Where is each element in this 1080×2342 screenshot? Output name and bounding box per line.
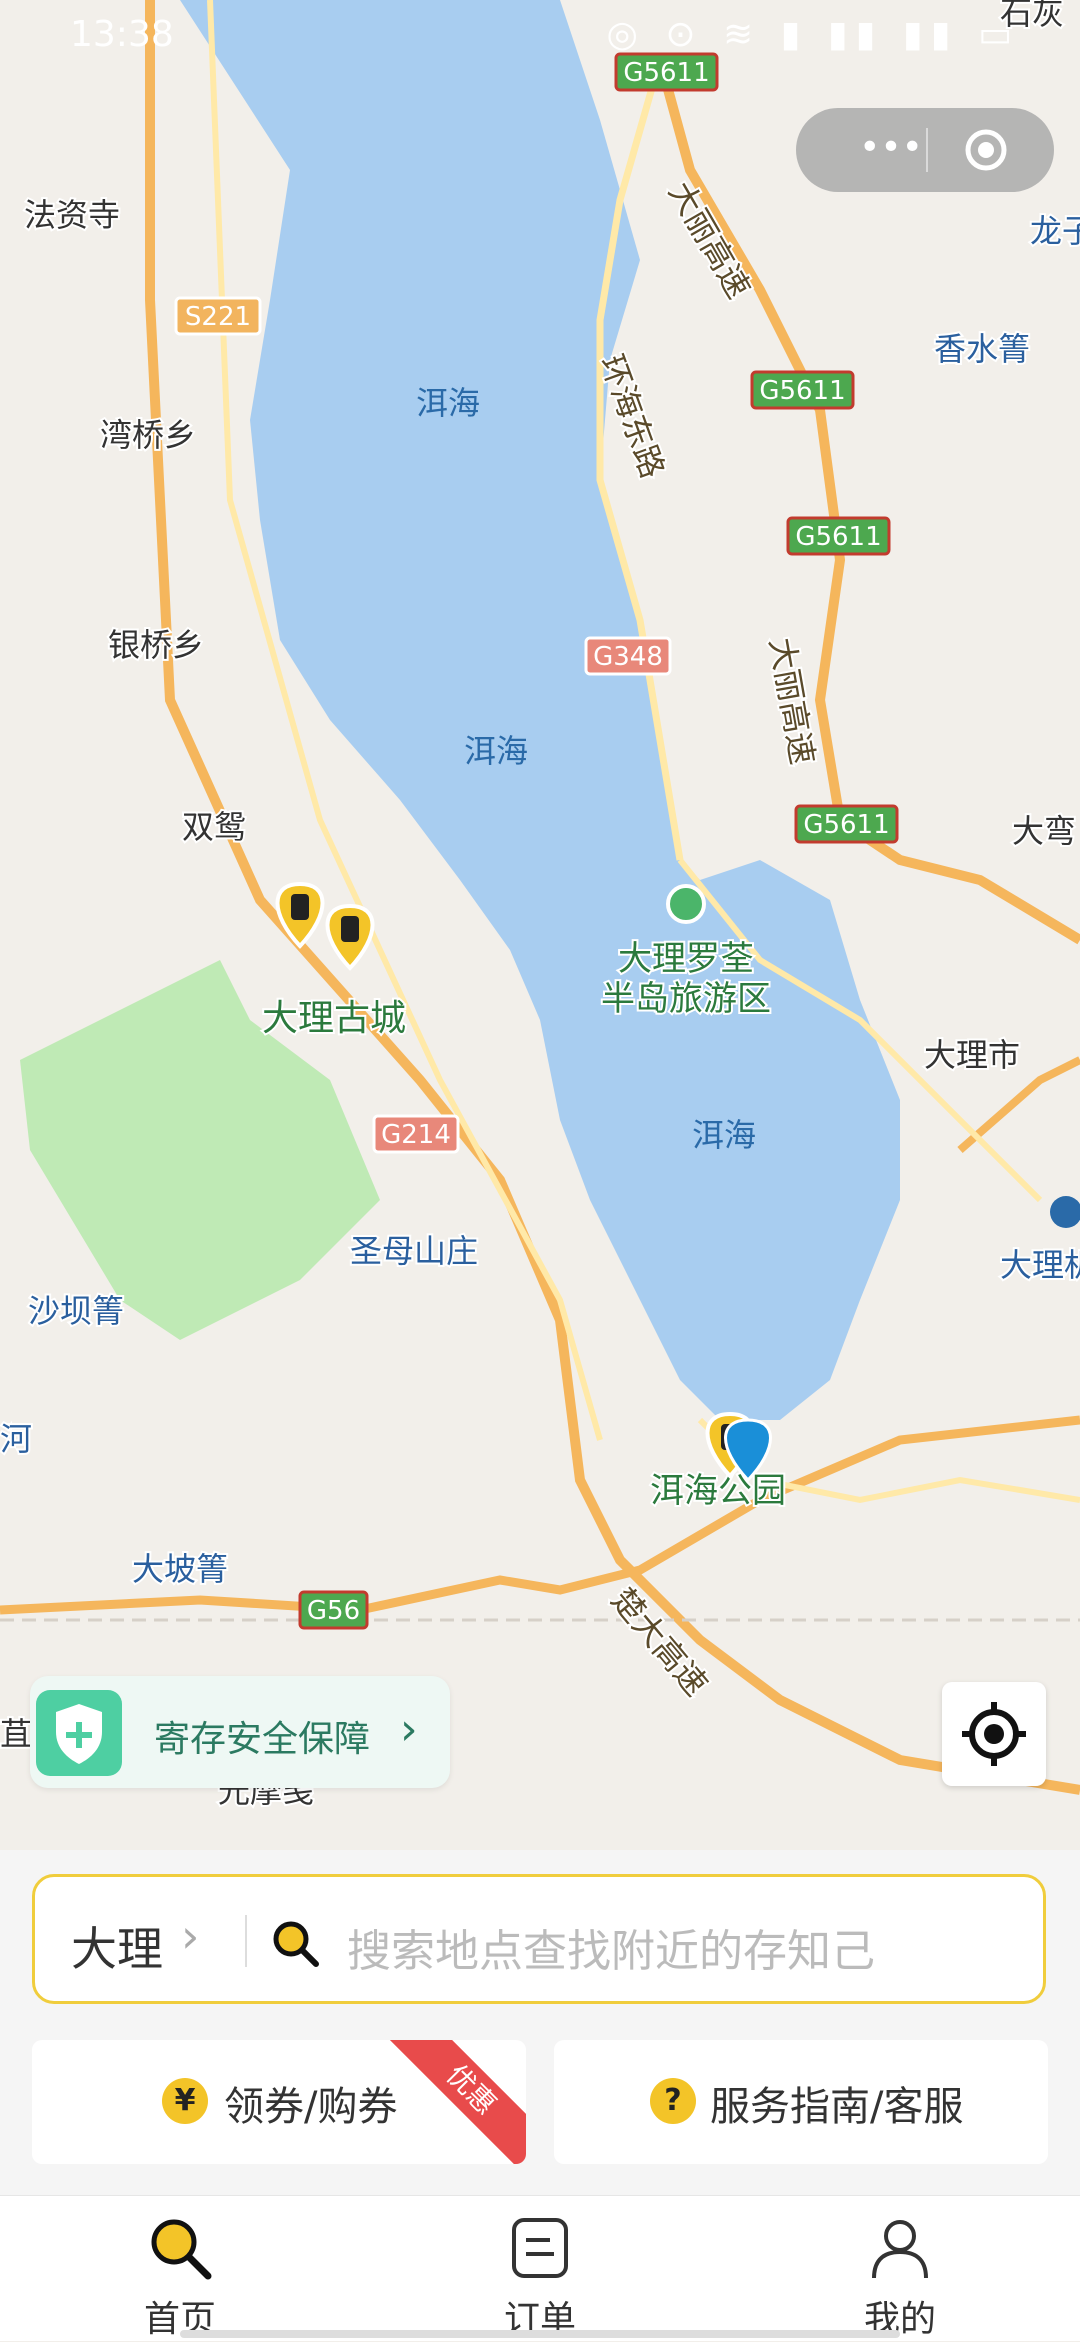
locate-crosshair-icon [962, 1702, 1026, 1766]
bottom-panel: 大理 › 搜索地点查找附近的存知己 ¥ 领券/购券 优惠 ? 服务指南/客服 [0, 1850, 1080, 2195]
safety-label: 寄存安全保障 [154, 1719, 371, 1760]
close-circle-icon[interactable] [964, 128, 1008, 172]
status-time: 13:38 [70, 14, 174, 55]
order-list-icon [506, 2214, 574, 2282]
map-poi-label: 洱海公园 [650, 1471, 786, 1511]
svg-text:S221: S221 [185, 302, 251, 332]
chevron-right-icon[interactable]: › [181, 1909, 199, 1963]
tab-home[interactable]: 首页 [80, 2206, 280, 2340]
camera-poi-icon[interactable] [666, 884, 706, 924]
status-icons: ◎ ⊙ ≋ ▮ ▮▮ ▮▮ ▭ [606, 14, 1020, 55]
map-lake-label: 洱海 [692, 1116, 756, 1154]
road-shield: G5611 [786, 516, 891, 556]
svg-text:G5611: G5611 [795, 522, 881, 552]
map-place-label: 河 [0, 1420, 32, 1458]
chevron-right-icon: › [400, 1704, 418, 1755]
tab-profile[interactable]: 我的 [800, 2206, 1000, 2340]
map-lake-label: 洱海 [416, 384, 480, 422]
coupon-button[interactable]: ¥ 领券/购券 优惠 [32, 2040, 526, 2164]
help-circle-icon: ? [650, 2078, 696, 2124]
svg-text:G214: G214 [381, 1120, 451, 1150]
capsule-divider [926, 128, 928, 172]
map-place-label: 大理古城 [262, 998, 406, 1039]
service-label: 服务指南/客服 [710, 2084, 964, 2130]
shield-plus-icon [36, 1690, 122, 1776]
map-poi-label: 半岛旅游区 [601, 979, 771, 1019]
map-place-label: 沙坝箐 [28, 1292, 124, 1330]
tab-bar: 首页 订单 我的 [0, 2195, 1080, 2341]
more-dots-icon[interactable]: ••• [846, 130, 936, 170]
home-search-icon [146, 2214, 214, 2282]
map-canvas[interactable]: 法资寺湾桥乡银桥乡双鸳大理古城圣母山庄沙坝箐大坡箐光摩笺石灰龙子香水箐大弯大理市… [0, 0, 1080, 1850]
map-place-label: 银桥乡 [108, 626, 204, 664]
road-shield: G5611 [750, 370, 855, 410]
svg-text:G56: G56 [307, 1596, 360, 1626]
safety-guarantee-banner[interactable]: 寄存安全保障 › [30, 1676, 450, 1788]
profile-icon [866, 2214, 934, 2282]
map-place-label: 双鸳 [182, 808, 246, 846]
map-view[interactable]: 法资寺 湾桥乡 银桥乡 双鸳 大理古城 圣母山庄 沙坝箐 大坡箐 光摩笺 石灰 龙子 香水箐 大弯 大理市… [0, 0, 1080, 1850]
status-bar: 13:38 ◎ ⊙ ≋ ▮ ▮▮ ▮▮ ▭ [0, 0, 1080, 70]
map-place-label: 法资寺 [24, 196, 120, 234]
road-shield: G56 [298, 1590, 369, 1630]
map-place-label: 大理市 [924, 1036, 1020, 1074]
map-poi-label: 大理罗荃 [618, 939, 754, 979]
svg-text:G5611: G5611 [759, 376, 845, 406]
yen-coin-icon: ¥ [162, 2078, 208, 2124]
tab-orders[interactable]: 订单 [440, 2206, 640, 2340]
road-shield: G348 [584, 636, 672, 676]
map-place-label: 圣母山庄 [350, 1232, 478, 1270]
svg-text:G348: G348 [593, 642, 663, 672]
map-place-label: 龙子 [1030, 212, 1080, 250]
map-place-label: 香水箐 [934, 330, 1030, 368]
road-shield: G214 [372, 1114, 460, 1154]
map-place-label: 湾桥乡 [100, 416, 196, 454]
map-lake-label: 洱海 [464, 732, 528, 770]
home-indicator [180, 2330, 900, 2338]
map-place-label: 苴 [0, 1715, 32, 1753]
city-selector[interactable]: 大理 [71, 1913, 163, 1979]
svg-text:G5611: G5611 [803, 810, 889, 840]
promo-ribbon: 优惠 [381, 2040, 526, 2164]
map-place-label: 大坡箐 [132, 1550, 228, 1588]
search-icon [271, 1919, 321, 1969]
search-input[interactable]: 搜索地点查找附近的存知己 [347, 1915, 875, 1979]
locate-button[interactable] [942, 1682, 1046, 1786]
mini-program-capsule: ••• [796, 108, 1054, 192]
road-shield: S221 [174, 296, 262, 336]
coupon-label: 领券/购券 [224, 2084, 398, 2130]
map-place-label: 大弯 [1012, 812, 1076, 850]
road-shield: G5611 [794, 804, 899, 844]
search-divider [245, 1915, 247, 1967]
map-place-label: 大理机 [1000, 1246, 1080, 1284]
search-bar[interactable]: 大理 › 搜索地点查找附近的存知己 [32, 1874, 1046, 2004]
service-guide-button[interactable]: ? 服务指南/客服 [554, 2040, 1048, 2164]
